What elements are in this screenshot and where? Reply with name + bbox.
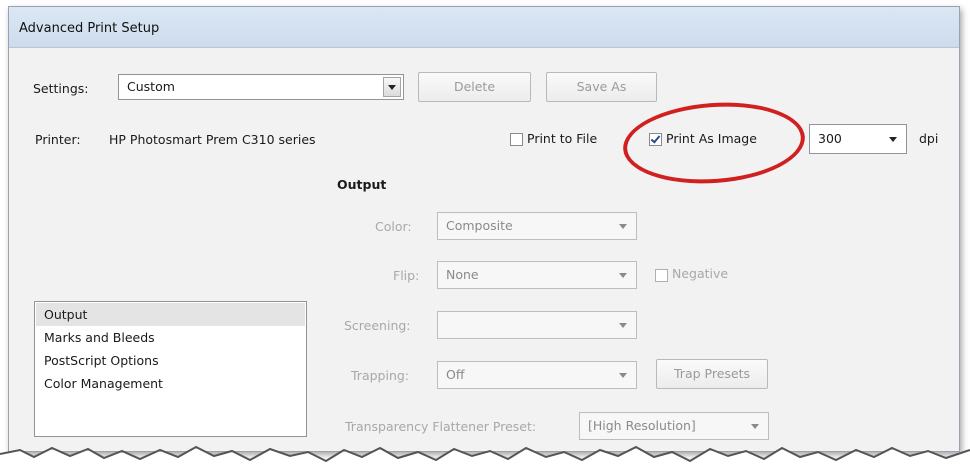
flattener-value: [High Resolution] — [588, 418, 696, 433]
highlight-circle — [620, 96, 808, 190]
delete-button[interactable]: Delete — [418, 72, 531, 102]
chevron-down-icon[interactable] — [616, 262, 630, 288]
chevron-down-icon[interactable] — [616, 213, 630, 239]
color-value: Composite — [446, 218, 513, 233]
dpi-select[interactable]: 300 — [809, 124, 907, 154]
output-heading: Output — [337, 177, 387, 192]
screening-label: Screening: — [344, 318, 411, 333]
save-as-button[interactable]: Save As — [546, 72, 657, 102]
trapping-select[interactable]: Off — [437, 361, 637, 389]
settings-select[interactable]: Custom — [118, 74, 404, 100]
dpi-value: 300 — [818, 131, 842, 146]
color-label: Color: — [375, 219, 412, 234]
advanced-print-setup-dialog: Advanced Print Setup Settings: Custom De… — [8, 6, 960, 452]
print-to-file-label: Print to File — [527, 131, 598, 146]
negative-checkbox[interactable] — [655, 269, 668, 282]
category-list: Output Marks and Bleeds PostScript Optio… — [34, 301, 307, 437]
chevron-down-icon[interactable] — [886, 125, 900, 153]
trapping-value: Off — [446, 367, 465, 382]
print-to-file-checkbox[interactable] — [510, 133, 523, 146]
trap-presets-button[interactable]: Trap Presets — [656, 359, 768, 389]
list-item-output[interactable]: Output — [36, 303, 305, 326]
flip-select[interactable]: None — [437, 261, 637, 289]
chevron-down-icon[interactable] — [616, 312, 630, 338]
screening-select[interactable] — [437, 311, 637, 339]
trapping-label: Trapping: — [351, 368, 410, 383]
torn-edge — [0, 445, 970, 472]
settings-value: Custom — [127, 79, 175, 94]
chevron-down-icon[interactable] — [616, 362, 630, 388]
printer-name: HP Photosmart Prem C310 series — [109, 132, 316, 147]
dpi-unit: dpi — [919, 131, 939, 146]
list-item-marks-and-bleeds[interactable]: Marks and Bleeds — [36, 326, 305, 349]
printer-label: Printer: — [35, 132, 81, 147]
settings-label: Settings: — [33, 81, 89, 96]
title-bar: Advanced Print Setup — [9, 7, 959, 48]
flip-label: Flip: — [393, 268, 420, 283]
list-item-postscript-options[interactable]: PostScript Options — [36, 349, 305, 372]
chevron-down-icon[interactable] — [383, 77, 401, 97]
flip-value: None — [446, 267, 479, 282]
list-item-color-management[interactable]: Color Management — [36, 372, 305, 395]
color-select[interactable]: Composite — [437, 212, 637, 240]
dialog-title: Advanced Print Setup — [19, 21, 160, 36]
negative-label: Negative — [672, 266, 729, 281]
